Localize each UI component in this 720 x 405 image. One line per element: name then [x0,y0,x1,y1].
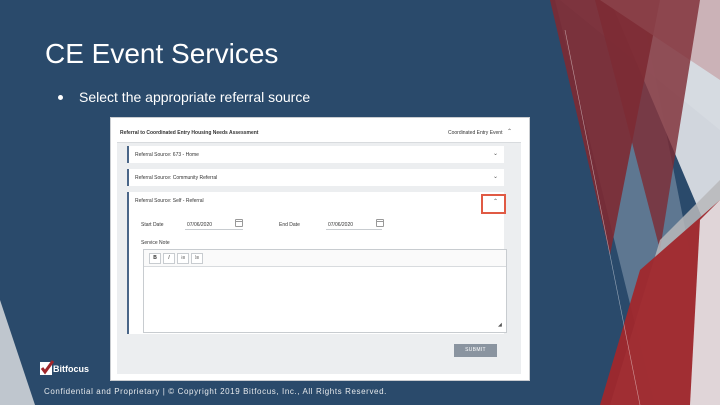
resize-handle-icon[interactable]: ◢ [498,322,502,328]
bullet-dot-icon [58,94,63,100]
panel-label: Referral Source: Community Referral [135,175,218,181]
service-note-editor[interactable]: B I ⁝≡ ⁞≡ ◢ [143,249,507,333]
chevron-down-icon[interactable]: ⌄ [493,150,498,157]
slide: CE Event Services Select the appropriate… [0,0,720,405]
checkmark-logo-icon [40,360,54,375]
highlight-box [481,194,506,214]
bullet-text: Select the appropriate referral source [79,89,311,105]
logo-text: Bitfocus [53,364,89,374]
slide-title: CE Event Services [45,38,279,69]
calendar-icon[interactable] [235,219,243,227]
submit-button[interactable]: SUBMIT [454,344,497,357]
chevron-down-icon[interactable]: ⌄ [493,173,498,180]
editor-toolbar: B I ⁝≡ ⁞≡ [144,250,506,267]
panel-label: Referral Source: 673 - Home [135,152,199,158]
bold-button[interactable]: B [149,253,161,264]
bulleted-list-button[interactable]: ⁝≡ [177,253,189,264]
end-date-value: 07/06/2020 [328,222,354,228]
end-date-field[interactable]: 07/06/2020 [326,219,382,230]
start-date-label: Start Date [141,222,164,228]
app-header: Referral to Coordinated Entry Housing Ne… [117,124,521,143]
app-content: Referral to Coordinated Entry Housing Ne… [117,124,521,374]
slide-footer: Confidential and Proprietary | © Copyrig… [44,387,387,396]
app-screenshot: Referral to Coordinated Entry Housing Ne… [111,118,529,380]
referral-panel-home[interactable]: Referral Source: 673 - Home ⌄ [127,146,504,163]
italic-button[interactable]: I [163,253,175,264]
bitfocus-logo: Bitfocus [40,360,100,378]
bullet-item: Select the appropriate referral source [58,89,310,105]
referral-panel-community[interactable]: Referral Source: Community Referral ⌄ [127,169,504,186]
calendar-icon[interactable] [376,219,384,227]
start-date-value: 07/06/2020 [187,222,213,228]
numbered-list-button[interactable]: ⁞≡ [191,253,203,264]
panel-label: Referral Source: Self - Referral [135,198,204,204]
end-date-label: End Date [279,222,300,228]
header-right-label[interactable]: Coordinated Entry Event [448,130,502,136]
service-note-label: Service Note [141,240,170,246]
chevron-up-icon[interactable]: ⌃ [507,128,512,135]
page-header-title: Referral to Coordinated Entry Housing Ne… [120,130,259,136]
